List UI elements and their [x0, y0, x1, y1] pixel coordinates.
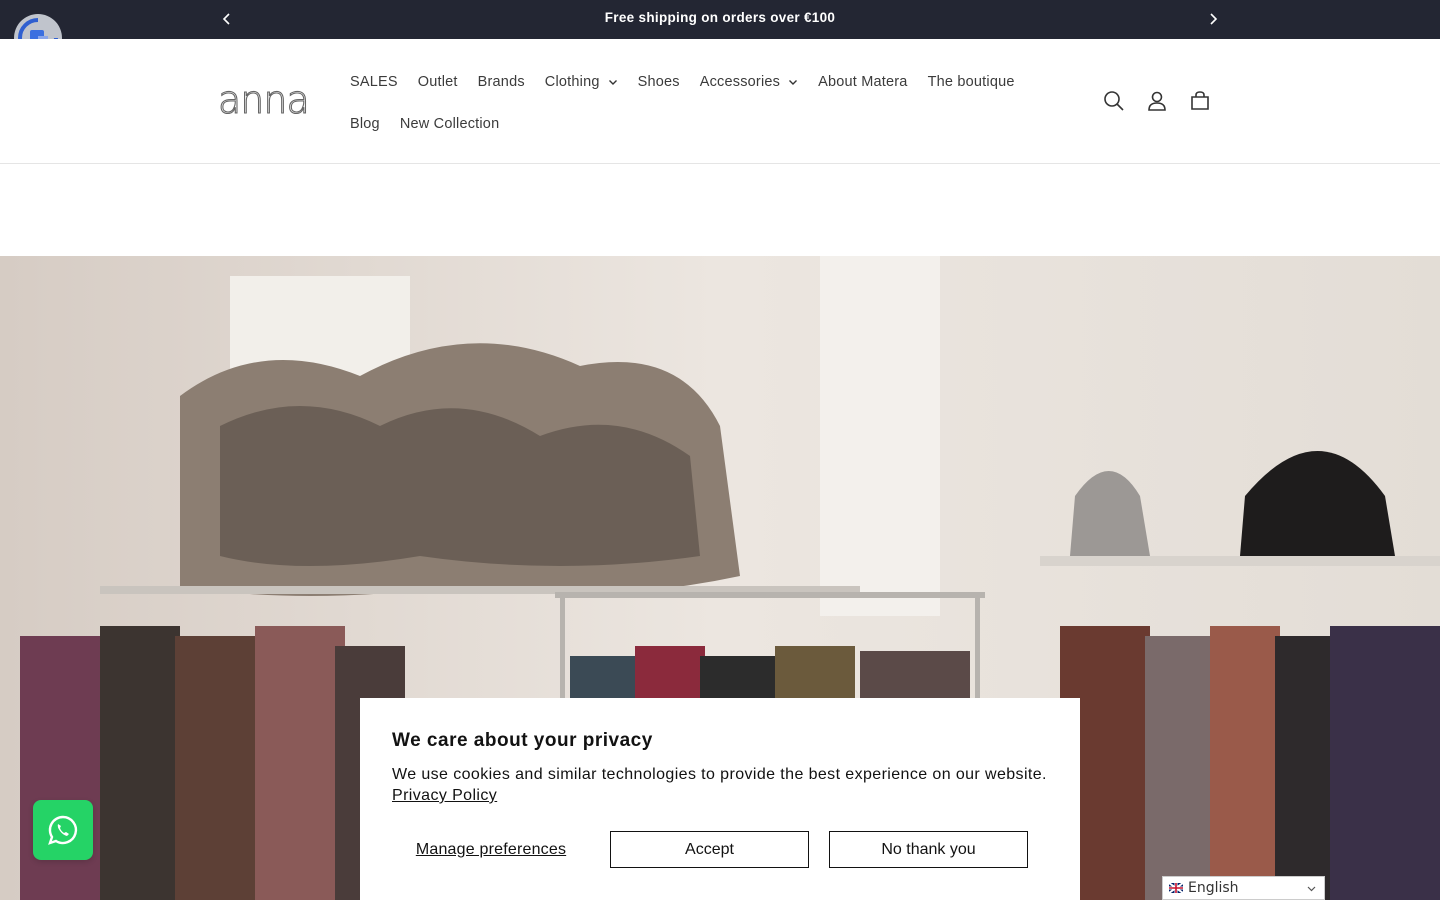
manage-preferences-button[interactable]: Manage preferences — [392, 831, 590, 868]
header-spacer — [0, 164, 1440, 256]
accept-button[interactable]: Accept — [610, 831, 809, 868]
nav-item-label: SALES — [350, 74, 398, 90]
nav-item-clothing[interactable]: Clothing — [535, 74, 628, 90]
nav-item-shoes[interactable]: Shoes — [628, 74, 690, 90]
language-selector[interactable]: English — [1162, 876, 1325, 900]
nav-item-label: Accessories — [699, 74, 781, 90]
nav-item-accessories[interactable]: Accessories — [690, 74, 808, 90]
nav-row-primary: SALES Outlet Brands Clothing Shoes Accessorie… — [340, 61, 1060, 103]
svg-text:anna: anna — [218, 81, 309, 121]
cookie-description: We use cookies and similar technologies … — [392, 764, 1048, 806]
cookie-text: We use cookies and similar technologies … — [392, 766, 1047, 783]
nav-item-brands[interactable]: Brands — [468, 74, 535, 90]
account-icon[interactable] — [1135, 79, 1178, 123]
chevron-right-icon[interactable] — [1204, 10, 1222, 28]
cookie-actions: Manage preferences Accept No thank you — [392, 831, 1028, 868]
brand-logo[interactable]: anna — [217, 77, 314, 122]
nav-item-label: Clothing — [544, 74, 600, 90]
chevron-down-icon — [788, 77, 798, 87]
nav-item-label: Shoes — [637, 74, 680, 90]
nav-item-outlet[interactable]: Outlet — [408, 74, 468, 90]
cookie-consent-banner: We care about your privacy We use cookie… — [360, 698, 1080, 900]
cart-icon[interactable] — [1179, 79, 1222, 123]
nav-item-sales[interactable]: SALES — [340, 74, 408, 90]
site-header: anna SALES Outlet Brands Clothing Shoes Acces… — [0, 39, 1440, 164]
language-label: English — [1188, 880, 1239, 896]
search-icon[interactable] — [1092, 79, 1135, 123]
nav-row-secondary: Blog New Collection — [340, 103, 1060, 145]
nav-item-new-collection[interactable]: New Collection — [390, 116, 510, 132]
privacy-policy-link[interactable]: Privacy Policy — [392, 785, 497, 806]
nav-item-blog[interactable]: Blog — [340, 116, 390, 132]
uk-flag-icon — [1169, 883, 1183, 893]
nav-item-label: About Matera — [818, 74, 908, 90]
nav-item-label: Outlet — [417, 74, 458, 90]
nav-item-about-matera[interactable]: About Matera — [808, 74, 917, 90]
announcement-text: Free shipping on orders over €100 — [604, 10, 836, 25]
nav-item-the-boutique[interactable]: The boutique — [918, 74, 1025, 90]
chevron-down-icon — [1307, 884, 1316, 893]
whatsapp-icon[interactable] — [33, 800, 93, 860]
decline-button[interactable]: No thank you — [829, 831, 1028, 868]
announcement-bar: Free shipping on orders over €100 — [0, 0, 1440, 39]
header-actions — [1092, 79, 1222, 123]
cookie-title: We care about your privacy — [392, 730, 653, 751]
nav-item-label: The boutique — [927, 74, 1015, 90]
chevron-down-icon — [608, 77, 618, 87]
nav-item-label: Brands — [477, 74, 525, 90]
nav-item-label: New Collection — [399, 116, 500, 132]
main-navigation: SALES Outlet Brands Clothing Shoes Accessorie… — [340, 61, 1060, 145]
nav-item-label: Blog — [350, 116, 380, 132]
